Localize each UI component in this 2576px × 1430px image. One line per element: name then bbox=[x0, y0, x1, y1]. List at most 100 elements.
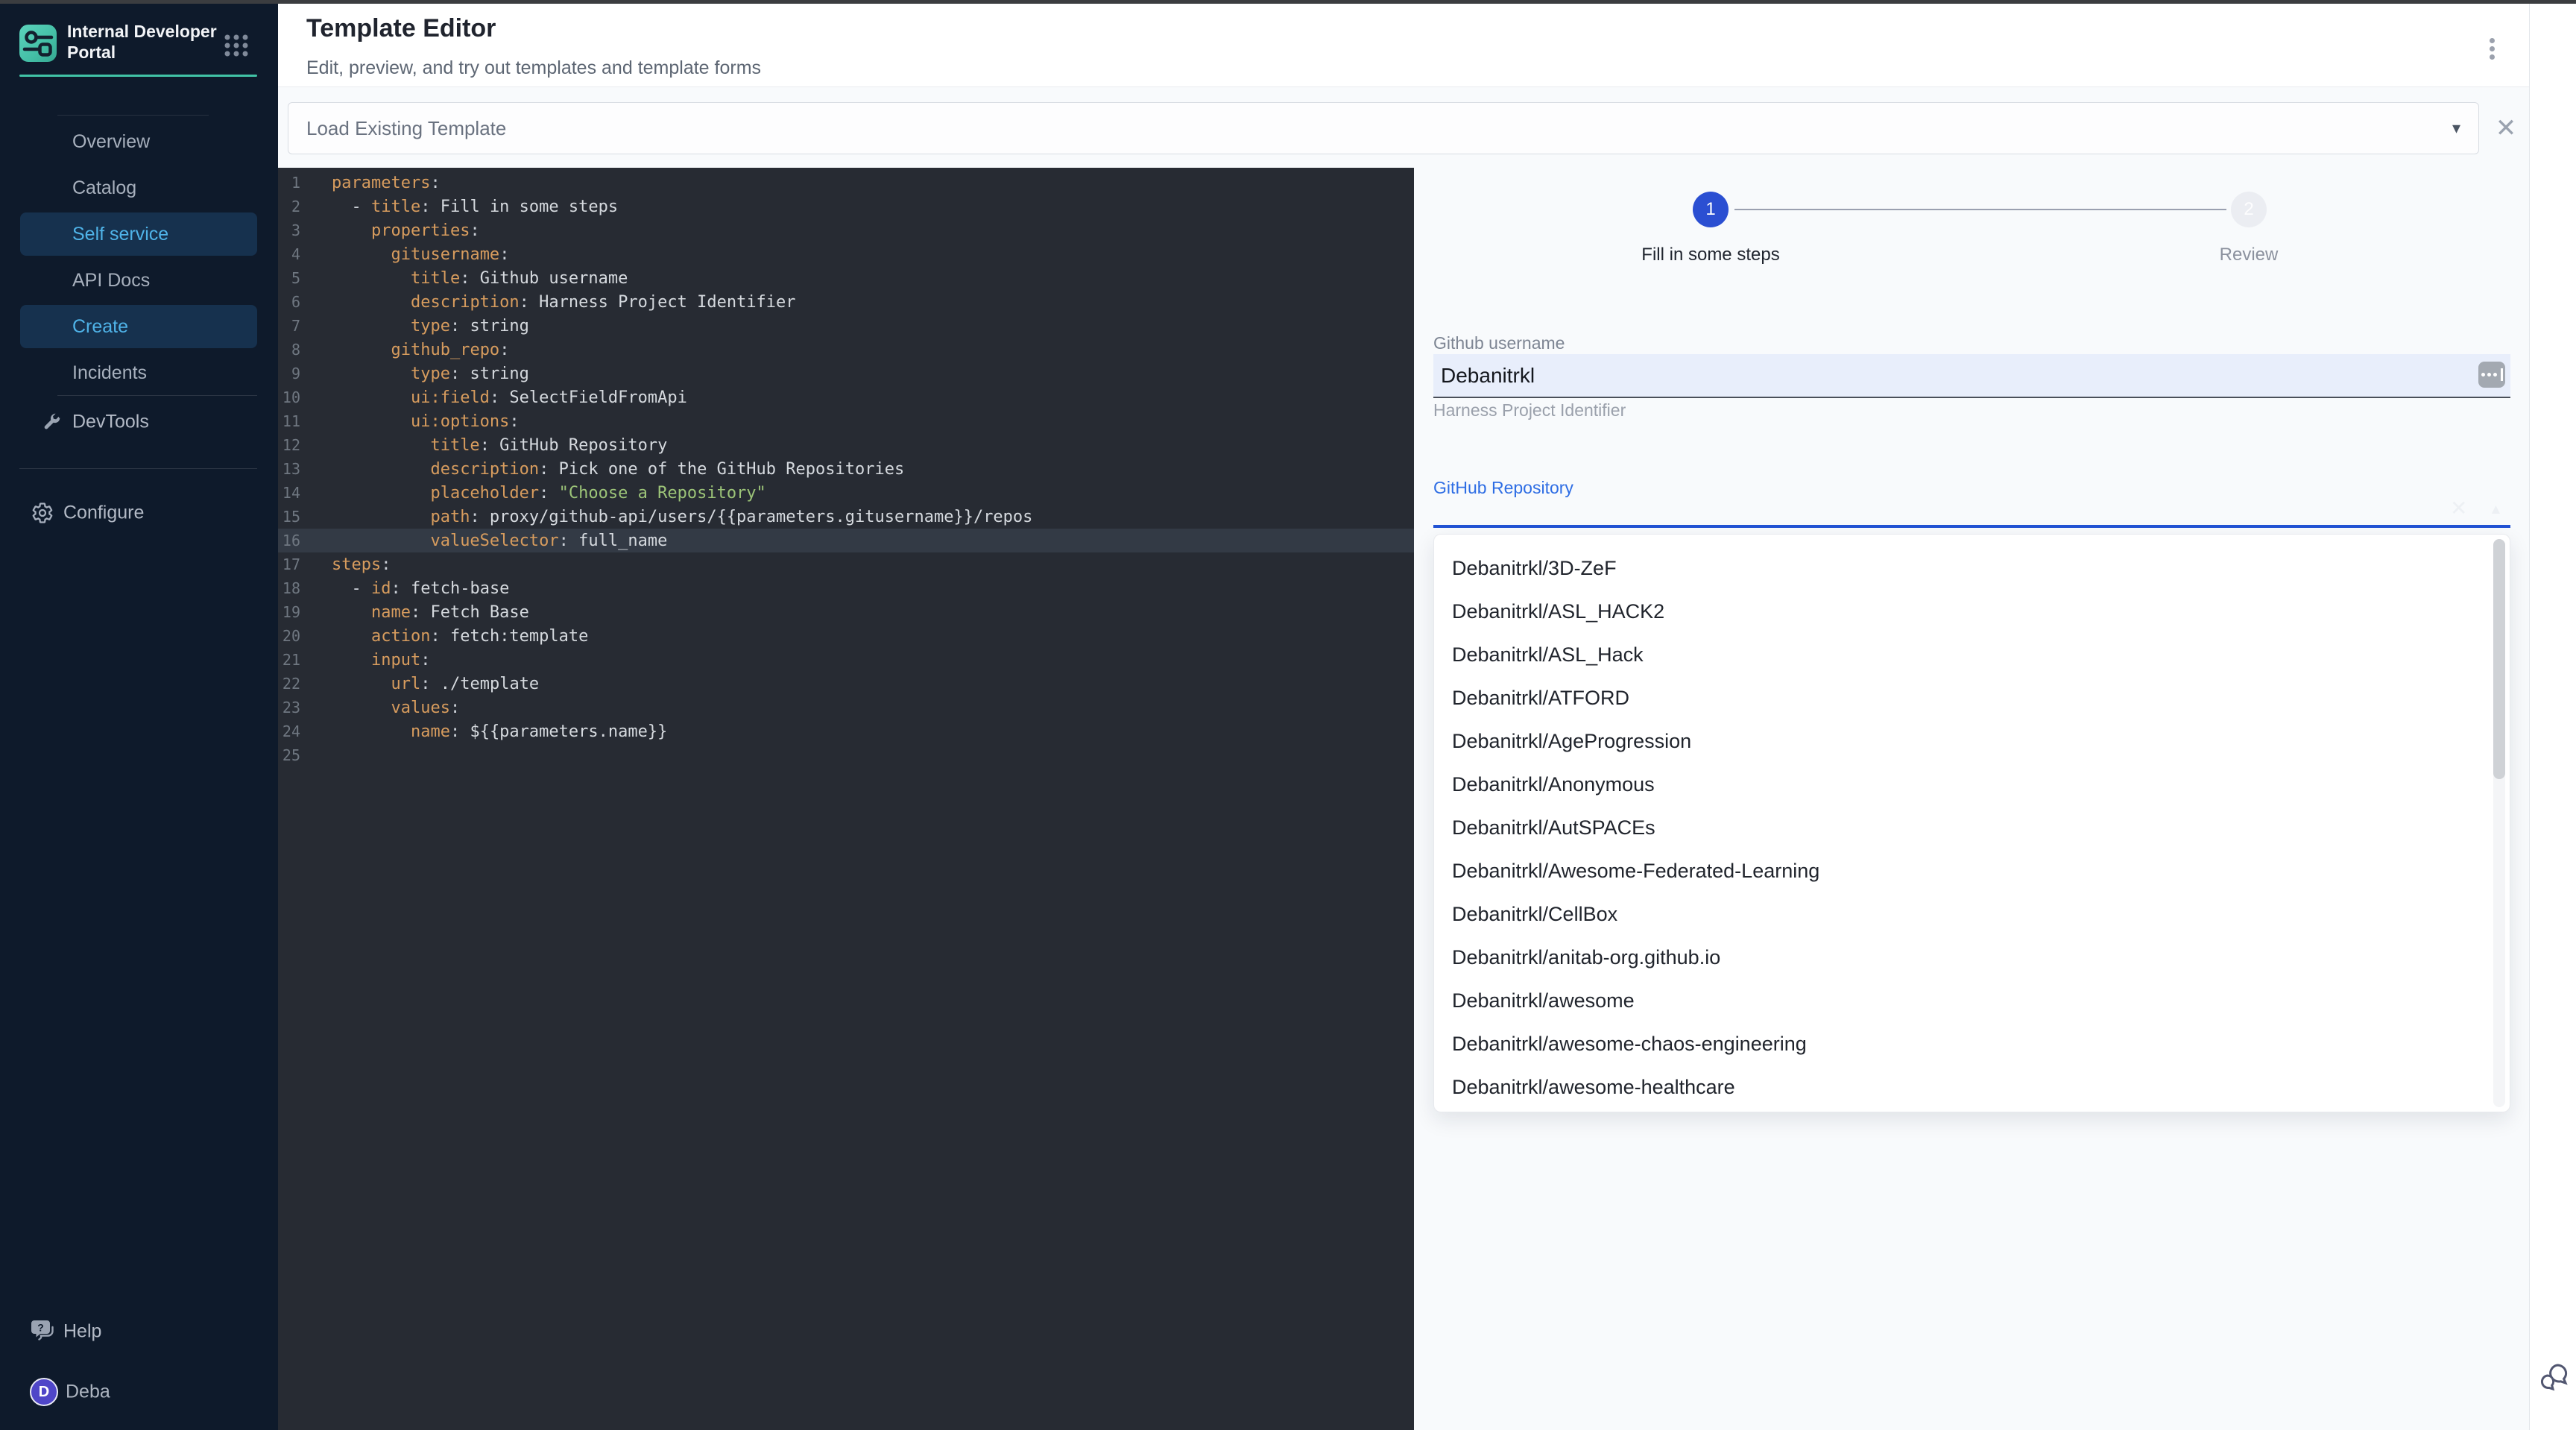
help-button[interactable]: ? Help bbox=[20, 1310, 257, 1353]
chat-widget-button[interactable] bbox=[2536, 1359, 2570, 1393]
repository-option-1[interactable]: Debanitrkl/3D-ZeF bbox=[1434, 547, 2510, 590]
code-text: placeholder: "Choose a Repository" bbox=[332, 484, 766, 503]
code-line-16[interactable]: 16 valueSelector: full_name bbox=[278, 529, 1414, 552]
gear-icon bbox=[31, 502, 54, 528]
code-text: type: string bbox=[332, 317, 529, 336]
code-text: gitusername: bbox=[332, 245, 509, 264]
avatar[interactable]: D bbox=[30, 1378, 58, 1406]
right-strip bbox=[2529, 4, 2576, 1430]
code-line-7[interactable]: 7 type: string bbox=[278, 314, 1414, 338]
code-line-25[interactable]: 25 bbox=[278, 743, 1414, 767]
sidebar-item-self-service[interactable]: Self service bbox=[20, 212, 257, 256]
username-underline bbox=[1433, 397, 2510, 398]
code-line-2[interactable]: 2 - title: Fill in some steps bbox=[278, 195, 1414, 218]
kebab-menu-button[interactable] bbox=[2481, 32, 2503, 65]
code-line-11[interactable]: 11 ui:options: bbox=[278, 409, 1414, 433]
code-text: properties: bbox=[332, 221, 480, 240]
dropdown-scrollbar-thumb[interactable] bbox=[2493, 539, 2505, 779]
code-line-23[interactable]: 23 values: bbox=[278, 696, 1414, 719]
sidebar-item-create[interactable]: Create bbox=[20, 305, 257, 348]
code-line-20[interactable]: 20 action: fetch:template bbox=[278, 624, 1414, 648]
repository-option-13[interactable]: Debanitrkl/awesome-healthcare bbox=[1434, 1065, 2510, 1109]
repository-option-5[interactable]: Debanitrkl/AgeProgression bbox=[1434, 719, 2510, 763]
code-text: name: ${{parameters.name}} bbox=[332, 722, 667, 741]
top-edge-strip bbox=[0, 0, 2576, 4]
sidebar-item-api-docs[interactable]: API Docs bbox=[20, 259, 257, 302]
repository-collapse-icon[interactable]: ▲ bbox=[2489, 502, 2503, 518]
code-text: - id: fetch-base bbox=[332, 579, 509, 598]
github-username-field[interactable] bbox=[1433, 354, 2510, 397]
page-header: Template Editor Edit, preview, and try o… bbox=[278, 4, 2529, 87]
code-line-9[interactable]: 9 type: string bbox=[278, 362, 1414, 385]
line-number: 4 bbox=[278, 245, 300, 263]
code-text: title: GitHub Repository bbox=[332, 436, 667, 455]
code-line-22[interactable]: 22 url: ./template bbox=[278, 672, 1414, 696]
brand-divider bbox=[19, 75, 257, 77]
sidebar-item-devtools[interactable]: DevTools bbox=[20, 400, 257, 444]
code-line-19[interactable]: 19 name: Fetch Base bbox=[278, 600, 1414, 624]
repository-option-7[interactable]: Debanitrkl/AutSPACEs bbox=[1434, 806, 2510, 849]
code-line-4[interactable]: 4 gitusername: bbox=[278, 242, 1414, 266]
autofill-icon[interactable] bbox=[2478, 362, 2505, 388]
code-text: title: Github username bbox=[332, 269, 628, 288]
code-text: path: proxy/github-api/users/{{parameter… bbox=[332, 508, 1032, 526]
code-line-15[interactable]: 15 path: proxy/github-api/users/{{parame… bbox=[278, 505, 1414, 529]
repository-option-8[interactable]: Debanitrkl/Awesome-Federated-Learning bbox=[1434, 849, 2510, 892]
repository-focus-underline bbox=[1433, 525, 2510, 528]
sidebar-divider-2 bbox=[19, 468, 257, 469]
sidebar-item-catalog[interactable]: Catalog bbox=[20, 166, 257, 210]
chat-bubbles-icon bbox=[2536, 1384, 2570, 1396]
code-line-8[interactable]: 8 github_repo: bbox=[278, 338, 1414, 362]
sidebar-item-configure[interactable]: Configure bbox=[20, 491, 257, 535]
code-line-14[interactable]: 14 placeholder: "Choose a Repository" bbox=[278, 481, 1414, 505]
load-template-placeholder: Load Existing Template bbox=[306, 103, 506, 154]
code-line-5[interactable]: 5 title: Github username bbox=[278, 266, 1414, 290]
code-line-21[interactable]: 21 input: bbox=[278, 648, 1414, 672]
user-name: Deba bbox=[66, 1382, 110, 1403]
form-preview-panel: 1 2 Fill in some steps Review Github use… bbox=[1414, 168, 2529, 1430]
code-text: ui:field: SelectFieldFromApi bbox=[332, 388, 687, 407]
code-line-10[interactable]: 10 ui:field: SelectFieldFromApi bbox=[278, 385, 1414, 409]
repository-options: Debanitrkl/3D-ZeFDebanitrkl/ASL_HACK2Deb… bbox=[1434, 547, 2510, 1109]
repository-option-2[interactable]: Debanitrkl/ASL_HACK2 bbox=[1434, 590, 2510, 633]
line-number: 5 bbox=[278, 269, 300, 287]
repository-dropdown: Debanitrkl/3D-ZeFDebanitrkl/ASL_HACK2Deb… bbox=[1433, 534, 2510, 1112]
line-number: 12 bbox=[278, 436, 300, 454]
code-line-24[interactable]: 24 name: ${{parameters.name}} bbox=[278, 719, 1414, 743]
repository-option-11[interactable]: Debanitrkl/awesome bbox=[1434, 979, 2510, 1022]
code-text: valueSelector: full_name bbox=[332, 532, 667, 550]
code-line-17[interactable]: 17steps: bbox=[278, 552, 1414, 576]
step-2-label: Review bbox=[2137, 245, 2361, 265]
code-line-13[interactable]: 13 description: Pick one of the GitHub R… bbox=[278, 457, 1414, 481]
line-number: 17 bbox=[278, 555, 300, 573]
repository-option-10[interactable]: Debanitrkl/anitab-org.github.io bbox=[1434, 936, 2510, 979]
repository-option-12[interactable]: Debanitrkl/awesome-chaos-engineering bbox=[1434, 1022, 2510, 1065]
code-editor[interactable]: 1parameters:2 - title: Fill in some step… bbox=[278, 168, 1414, 1430]
step-1-indicator[interactable]: 1 bbox=[1693, 192, 1729, 227]
load-template-select[interactable]: Load Existing Template ▾ bbox=[288, 102, 2479, 154]
code-line-6[interactable]: 6 description: Harness Project Identifie… bbox=[278, 290, 1414, 314]
repository-option-9[interactable]: Debanitrkl/CellBox bbox=[1434, 892, 2510, 936]
repository-option-6[interactable]: Debanitrkl/Anonymous bbox=[1434, 763, 2510, 806]
code-text: - title: Fill in some steps bbox=[332, 198, 618, 216]
line-number: 8 bbox=[278, 341, 300, 359]
sidebar-item-overview[interactable]: Overview bbox=[20, 120, 257, 163]
repository-option-4[interactable]: Debanitrkl/ATFORD bbox=[1434, 676, 2510, 719]
line-number: 18 bbox=[278, 579, 300, 597]
code-line-1[interactable]: 1parameters: bbox=[278, 171, 1414, 195]
step-number: 2 bbox=[2244, 199, 2253, 220]
sidebar-item-incidents[interactable]: Incidents bbox=[20, 351, 257, 394]
line-number: 21 bbox=[278, 651, 300, 669]
line-number: 1 bbox=[278, 174, 300, 192]
code-line-3[interactable]: 3 properties: bbox=[278, 218, 1414, 242]
wrench-icon bbox=[41, 412, 62, 436]
code-line-12[interactable]: 12 title: GitHub Repository bbox=[278, 433, 1414, 457]
repository-clear-icon[interactable]: ✕ bbox=[2450, 496, 2467, 520]
repository-option-3[interactable]: Debanitrkl/ASL_Hack bbox=[1434, 633, 2510, 676]
code-text: input: bbox=[332, 651, 430, 670]
close-template-editor-button[interactable]: ✕ bbox=[2493, 104, 2519, 153]
step-2-indicator[interactable]: 2 bbox=[2231, 192, 2267, 227]
code-line-18[interactable]: 18 - id: fetch-base bbox=[278, 576, 1414, 600]
apps-grid-icon[interactable] bbox=[224, 34, 249, 57]
sidebar: Internal Developer Portal OverviewCatalo… bbox=[0, 0, 278, 1430]
